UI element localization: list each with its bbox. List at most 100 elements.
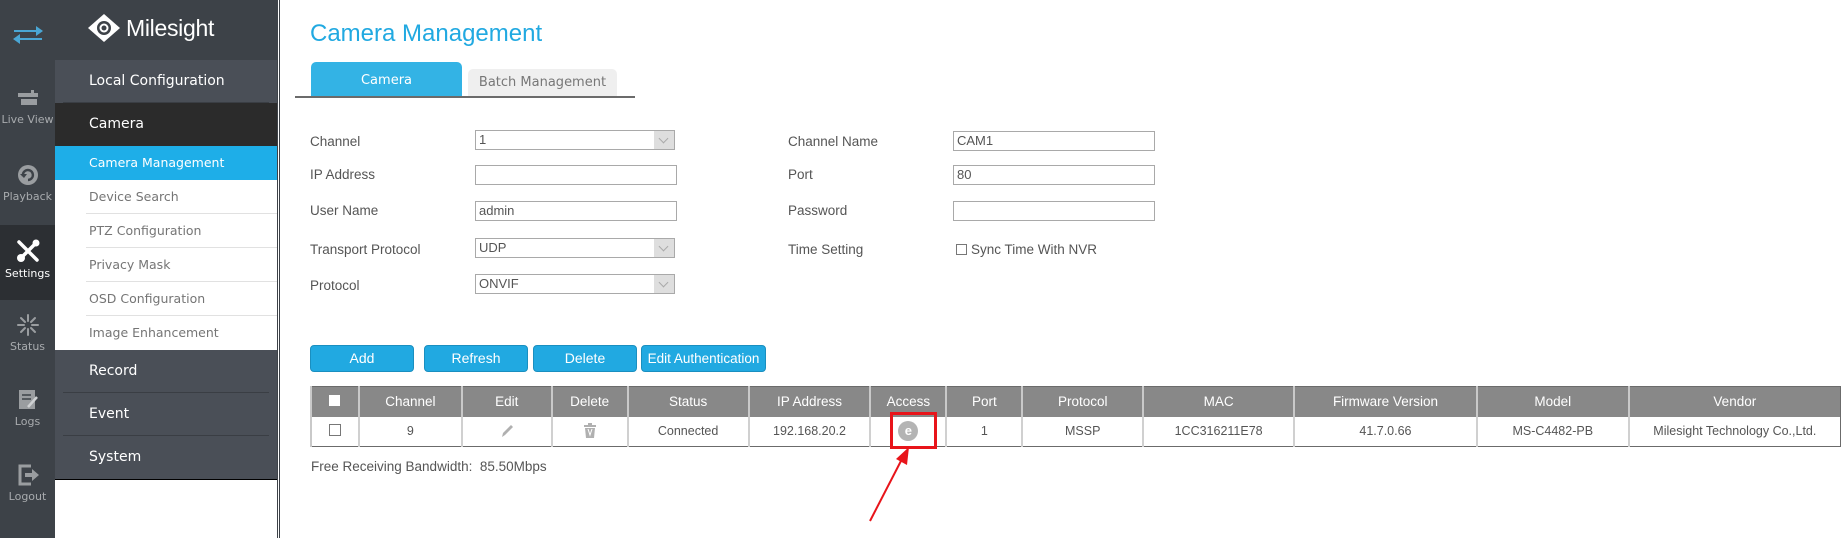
protocol-label: Protocol — [310, 278, 360, 293]
rail-status[interactable]: Status — [0, 300, 55, 375]
settings-menu: Milesight Local Configuration Camera Cam… — [55, 0, 277, 538]
main-content: Camera Management Camera Management Batc… — [280, 0, 1841, 538]
row-checkbox[interactable] — [328, 423, 341, 436]
rail-live-view[interactable]: Live View — [0, 75, 55, 150]
mac-cell: 1CC316211E78 — [1142, 416, 1295, 447]
menu-label: Camera — [89, 116, 144, 132]
annotation-arrow-icon — [869, 447, 909, 522]
sync-time-label: Sync Time With NVR — [971, 242, 1098, 257]
model-cell: MS-C4482-PB — [1475, 416, 1629, 447]
menu-label: Local Configuration — [89, 73, 225, 89]
rail-settings[interactable]: Settings — [0, 225, 55, 300]
logs-icon — [18, 390, 38, 409]
column-header: Edit — [460, 386, 552, 417]
menu-ptz-configuration[interactable]: PTZ Configuration — [55, 214, 277, 248]
ip-address-input[interactable] — [475, 165, 677, 185]
tab-batch-management[interactable]: Batch Management — [468, 69, 617, 96]
menu-label: Camera Management — [89, 155, 225, 170]
menu-label: OSD Configuration — [89, 291, 206, 306]
menu-record[interactable]: Record — [55, 350, 277, 393]
pencil-icon[interactable] — [499, 423, 515, 439]
menu-event[interactable]: Event — [55, 393, 277, 436]
ip-address-label: IP Address — [310, 167, 376, 182]
column-header: Protocol — [1021, 386, 1144, 417]
edit-cell[interactable] — [460, 416, 552, 447]
brand-name: Milesight — [126, 14, 215, 41]
menu-image-enhancement[interactable]: Image Enhancement — [55, 316, 277, 350]
free-bandwidth: Free Receiving Bandwidth: 85.50Mbps — [311, 459, 547, 474]
transport-protocol-value: UDP — [479, 240, 507, 255]
user-name-input[interactable]: admin — [475, 201, 677, 221]
menu-camera-management[interactable]: Camera Management — [55, 146, 277, 180]
row-select-cell[interactable] — [310, 416, 359, 447]
protocol-select[interactable]: ONVIF — [475, 274, 675, 294]
select-all-checkbox[interactable] — [329, 395, 341, 407]
page-title: Camera Management — [310, 20, 543, 47]
firmware-version-cell: 41.7.0.66 — [1293, 416, 1477, 447]
menu-device-search[interactable]: Device Search — [55, 180, 277, 214]
swap-arrows-icon — [12, 26, 43, 44]
password-input[interactable] — [953, 201, 1155, 221]
edit-authentication-button[interactable]: Edit Authentication — [641, 345, 766, 372]
refresh-button[interactable]: Refresh — [424, 345, 528, 372]
add-button[interactable]: Add — [310, 345, 414, 372]
ip-address-cell: 192.168.20.2 — [747, 416, 871, 447]
menu-osd-configuration[interactable]: OSD Configuration — [55, 282, 277, 316]
chevron-down-icon — [654, 239, 674, 257]
menu-privacy-mask[interactable]: Privacy Mask — [55, 248, 277, 282]
rail-logout[interactable]: Logout — [0, 450, 55, 525]
tab-bar: Camera Management Batch Management — [295, 62, 635, 126]
menu-label: Event — [89, 406, 130, 422]
rail-logs[interactable]: Logs — [0, 375, 55, 450]
channel-cell: 9 — [357, 416, 462, 447]
column-header: Delete — [550, 386, 628, 417]
bandwidth-label: Free Receiving Bandwidth: — [311, 459, 473, 474]
sync-time-checkbox[interactable] — [956, 244, 967, 255]
brand-logo: Milesight — [87, 13, 214, 43]
column-header: Firmware Version — [1293, 386, 1477, 417]
menu-camera[interactable]: Camera — [55, 103, 277, 146]
tab-camera-management[interactable]: Camera Management — [311, 62, 462, 126]
channel-select[interactable]: 1 — [475, 130, 675, 150]
vendor-cell: Milesight Technology Co.,Ltd. — [1627, 416, 1841, 447]
column-header: Status — [626, 386, 749, 417]
port-input[interactable]: 80 — [953, 165, 1155, 185]
menu-label: Privacy Mask — [89, 257, 171, 272]
column-header: MAC — [1142, 386, 1295, 417]
access-cell[interactable]: e — [869, 416, 947, 447]
milesight-logo-icon — [88, 14, 120, 42]
browser-access-icon[interactable]: e — [898, 421, 919, 442]
port-label: Port — [788, 167, 813, 182]
rail-playback[interactable]: Playback — [0, 150, 55, 225]
delete-cell[interactable] — [550, 416, 628, 447]
trash-icon[interactable] — [583, 423, 597, 439]
rail-label: Live View — [1, 113, 54, 126]
channel-value: 1 — [479, 132, 487, 147]
icon-rail: Live View Playback Settings Status Logs … — [0, 0, 55, 538]
time-setting-label: Time Setting — [788, 242, 864, 257]
menu-label: Image Enhancement — [89, 325, 219, 340]
user-name-label: User Name — [310, 203, 379, 218]
toggle-menu-button[interactable] — [0, 0, 55, 75]
select-all-header[interactable] — [310, 386, 359, 417]
menu-end-line — [55, 479, 277, 480]
column-header: Model — [1475, 386, 1629, 417]
chevron-down-icon — [654, 131, 674, 149]
column-header: Channel — [357, 386, 462, 417]
transport-protocol-select[interactable]: UDP — [475, 238, 675, 258]
column-header: Vendor — [1627, 386, 1841, 417]
menu-local-configuration[interactable]: Local Configuration — [55, 60, 277, 103]
chevron-down-icon — [654, 275, 674, 293]
live-view-icon — [17, 90, 38, 105]
menu-label: PTZ Configuration — [89, 223, 202, 238]
rail-label: Logs — [14, 415, 41, 428]
port-cell: 1 — [945, 416, 1023, 447]
sync-time-option[interactable]: Sync Time With NVR — [956, 242, 1097, 257]
table-header-row: Channel Edit Delete Status IP Address Ac… — [310, 386, 1841, 417]
menu-label: System — [89, 449, 142, 465]
password-label: Password — [788, 203, 848, 218]
delete-button[interactable]: Delete — [533, 345, 637, 372]
channel-name-input[interactable]: CAM1 — [953, 131, 1155, 151]
menu-system[interactable]: System — [55, 436, 277, 479]
menu-label: Device Search — [89, 189, 179, 204]
